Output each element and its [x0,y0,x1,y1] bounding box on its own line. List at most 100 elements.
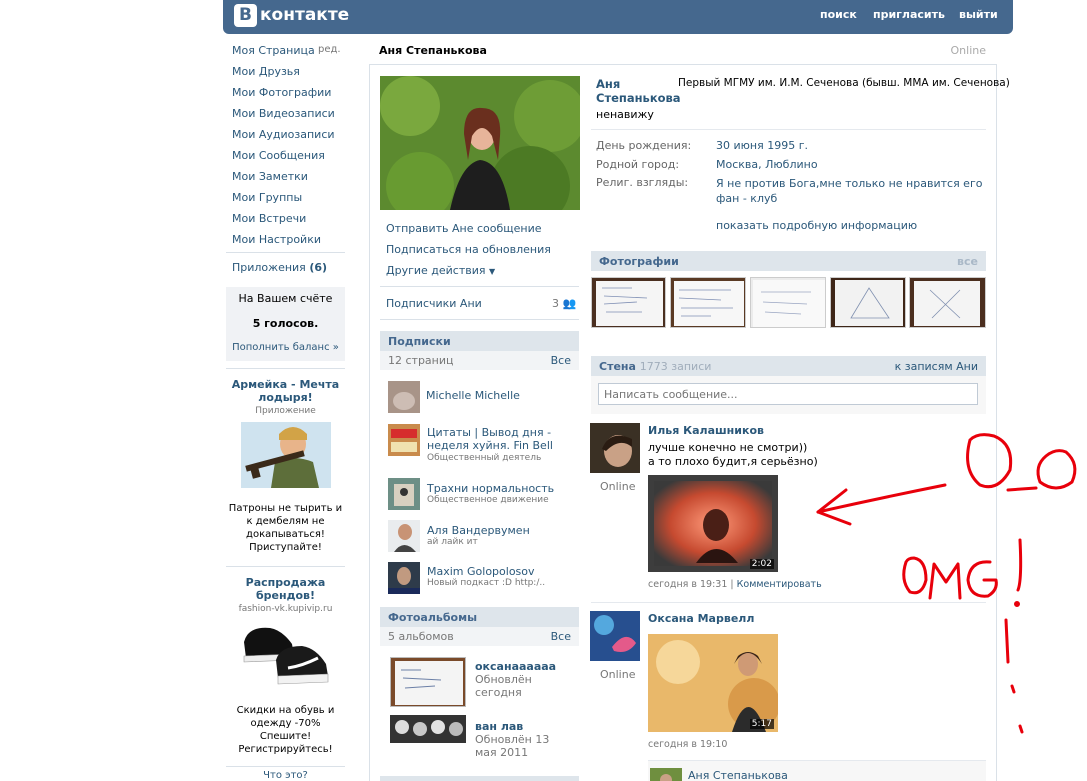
ad-image-soldier[interactable] [240,422,331,488]
albums-count: 5 альбомов [388,630,454,643]
profile-university: Первый МГМУ им. И.М. Сеченова (бывш. ММА… [678,77,1010,89]
other-actions-label: Другие действия [386,264,486,277]
nav-invite[interactable]: пригласить [873,8,945,21]
avatar[interactable] [388,478,420,510]
avatar[interactable] [590,423,640,473]
photos-all-link[interactable]: все [957,255,978,268]
menu-edit-link[interactable]: ред. [318,44,341,55]
people-icon: 👥 [562,297,577,310]
photos-title: Фотографии [599,255,679,268]
vk-logo[interactable]: В контакте [234,3,349,27]
topup-link[interactable]: Пополнить баланс » [226,342,345,353]
subscription-desc: Общественное движение [427,495,549,505]
send-message-link[interactable]: Отправить Ане сообщение [386,222,542,235]
post-time[interactable]: сегодня в 19:10 [648,739,727,750]
subscription-name[interactable]: Maxim Golopolosov [427,565,535,578]
subscriptions-header[interactable]: Подписки [380,331,579,351]
profile-titlebar: Аня Степанькова Online [369,36,997,65]
avatar[interactable] [388,562,420,594]
menu-audio[interactable]: Мои Аудиозаписи [232,128,335,141]
menu-photos[interactable]: Мои Фотографии [232,86,331,99]
video-thumbnail[interactable]: 5:17 [648,634,778,732]
info-value-religion[interactable]: Я не против Бога,мне только не нравится … [716,176,984,206]
menu-groups[interactable]: Мои Группы [232,191,302,204]
next-section-bar [380,776,579,781]
photo-thumb[interactable] [830,277,906,328]
subscriptions-all-link[interactable]: Все [551,354,571,367]
video-thumbnail[interactable]: 2:02 [648,475,778,572]
subscribe-link[interactable]: Подписаться на обновления [386,243,551,256]
divider [380,319,579,320]
divider [591,129,986,130]
avatar[interactable] [590,611,640,661]
followers-link[interactable]: Подписчики Ани [386,297,482,310]
post-time[interactable]: сегодня в 19:31 [648,579,727,590]
avatar[interactable] [388,381,420,413]
reply-author[interactable]: Аня Степанькова [688,769,788,781]
show-more-info-link[interactable]: показать подробную информацию [716,219,917,232]
other-actions-link[interactable]: Другие действия ▼ [386,264,495,277]
photo-thumb[interactable] [750,277,826,328]
nav-logout[interactable]: выйти [959,8,998,21]
photo-thumb[interactable] [591,277,666,328]
post-author[interactable]: Оксана Марвелл [648,612,754,625]
menu-friends[interactable]: Мои Друзья [232,65,300,78]
balance-votes: 5 голосов. [252,317,319,330]
post-text: лучше конечно не смотри)) [648,441,808,454]
album-name[interactable]: оксанаааааа [475,660,556,673]
menu-videos[interactable]: Мои Видеозаписи [232,107,335,120]
followers-count-value: 3 [552,297,559,310]
post-author[interactable]: Илья Калашников [648,424,764,437]
ad-block-2[interactable]: Распродажа брендов! fashion-vk.kupivip.r… [226,576,345,756]
subscription-name[interactable]: Michelle Michelle [426,389,520,402]
photos-header[interactable]: Фотографии все [591,251,986,271]
ad-text-2: Скидки на обувь и одежду -70% Спешите! Р… [236,705,335,755]
albums-header[interactable]: Фотоальбомы [380,607,579,627]
album-updated: Обновлён 13 мая 2011 [475,733,550,759]
avatar[interactable] [388,520,420,552]
album-updated: Обновлён сегодня [475,673,532,699]
comment-link[interactable]: Комментировать [737,579,822,590]
menu-settings[interactable]: Мои Настройки [232,233,321,246]
avatar[interactable] [388,424,420,456]
nav-search[interactable]: поиск [820,8,857,21]
album-name[interactable]: ван лав [475,720,523,733]
profile-status[interactable]: ненавижу [596,108,654,121]
photo-thumb[interactable] [670,277,746,328]
page-title: Аня Степанькова [379,44,487,57]
menu-notes[interactable]: Мои Заметки [232,170,308,183]
wall-post-input[interactable] [598,383,978,405]
profile-avatar[interactable] [380,76,580,210]
menu-my-page[interactable]: Моя Страница [232,44,315,57]
wall-count: 1773 записи [639,360,712,373]
ads-what-is-this[interactable]: Что это? [226,770,345,781]
wall-compose [591,376,986,414]
photo-thumb[interactable] [909,277,986,328]
albums-subheader: 5 альбомов Все [380,627,579,646]
post-author-online: Online [600,668,636,681]
ad-image-sneakers[interactable] [235,620,336,690]
subscription-desc: ай лайк ит [427,537,478,547]
wall-to-posts-link[interactable]: к записям Ани [895,360,978,373]
info-value-birthday[interactable]: 30 июня 1995 г. [716,139,808,152]
logo-text: контакте [260,5,350,25]
ad-title[interactable]: Армейка - Мечта лодыря! [226,378,345,404]
info-value-hometown[interactable]: Москва, Люблино [716,158,818,171]
profile-name: Аня Степанькова [596,77,681,105]
menu-events[interactable]: Мои Встречи [232,212,306,225]
subscription-name[interactable]: Цитаты | Вывод дня - неделя хуйня. Fin B… [427,426,572,452]
albums-all-link[interactable]: Все [551,630,571,643]
online-status: Online [950,44,986,57]
album-cover[interactable] [390,657,466,707]
avatar[interactable] [650,768,682,781]
ad-title-2[interactable]: Распродажа брендов! [226,576,345,602]
info-label-birthday: День рождения: [596,139,692,152]
menu-apps[interactable]: Приложения (6) [232,261,327,274]
subscriptions-subheader: 12 страниц Все [380,351,579,370]
subscription-name[interactable]: Трахни нормальность [427,482,554,495]
album-cover[interactable] [390,715,466,743]
menu-messages[interactable]: Мои Сообщения [232,149,325,162]
ad-block[interactable]: Армейка - Мечта лодыря! Приложение Патро… [226,378,345,554]
wall-header[interactable]: Стена 1773 записи к записям Ани [591,356,986,376]
subscription-name[interactable]: Аля Вандервумен [427,524,530,537]
